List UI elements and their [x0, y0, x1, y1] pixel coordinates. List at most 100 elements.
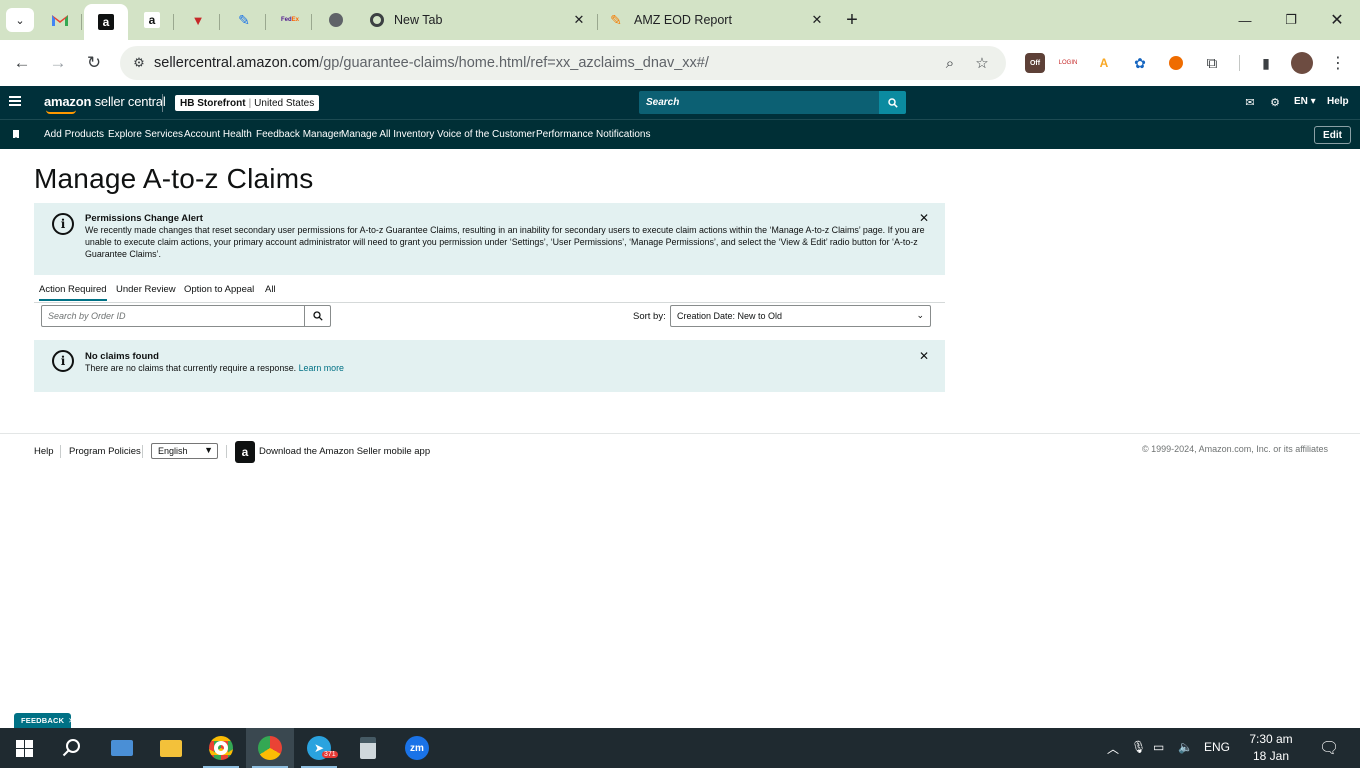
- taskbar-file-explorer[interactable]: [147, 728, 195, 768]
- clock-time: 7:30 am: [1249, 732, 1293, 746]
- nav-performance-notifications[interactable]: Performance Notifications: [536, 129, 651, 140]
- side-panel-icon[interactable]: ▮: [1256, 53, 1276, 73]
- scout-icon[interactable]: A: [1094, 53, 1114, 73]
- page-title: Manage A-to-z Claims: [34, 163, 314, 194]
- no-claims-body: There are no claims that currently requi…: [85, 363, 344, 373]
- browser-tab-bar: ⌄ a a ▼ ✎ Fed Ex New Tab ✕ ✎ AMZ EOD Repo…: [0, 0, 1360, 40]
- url-text[interactable]: sellercentral.amazon.com/gp/guarantee-cl…: [154, 55, 709, 71]
- chevron-up-icon[interactable]: ︿: [1107, 740, 1119, 757]
- extension-blue-icon[interactable]: ✿: [1130, 53, 1150, 73]
- network-icon[interactable]: ▭: [1153, 740, 1164, 754]
- input-language[interactable]: ENG: [1204, 740, 1230, 754]
- footer-language-select[interactable]: English ▼: [151, 443, 218, 459]
- tab-new-tab[interactable]: New Tab ✕: [360, 4, 596, 36]
- language-selector[interactable]: EN ▾: [1294, 96, 1316, 107]
- learn-more-link[interactable]: Learn more: [299, 363, 344, 373]
- minimize-button[interactable]: —: [1222, 6, 1268, 34]
- nav-feedback-manager[interactable]: Feedback Manager: [256, 129, 342, 140]
- tab-all[interactable]: All: [265, 284, 276, 295]
- speaker-icon[interactable]: 🔈: [1178, 740, 1193, 754]
- taskbar-calculator[interactable]: [344, 728, 392, 768]
- globe-icon: [329, 13, 343, 27]
- nav-manage-all-inventory[interactable]: Manage All Inventory: [341, 129, 434, 140]
- header-help-link[interactable]: Help: [1327, 96, 1349, 107]
- notification-icon[interactable]: 🗨: [1319, 738, 1339, 758]
- minimize-icon: —: [1238, 12, 1252, 28]
- header-search-input[interactable]: Search: [639, 91, 880, 114]
- login-icon[interactable]: LOGIN: [1058, 53, 1078, 73]
- microphone-icon[interactable]: 🎙: [1131, 740, 1146, 754]
- back-button[interactable]: ←: [8, 49, 36, 77]
- store-switcher[interactable]: HB Storefront | United States: [175, 95, 320, 111]
- pinned-tab-gmail[interactable]: [38, 4, 82, 36]
- copyright: © 1999-2024, Amazon.com, Inc. or its aff…: [1142, 444, 1329, 454]
- pencil-icon: ✎: [238, 11, 250, 28]
- edit-nav-button[interactable]: Edit: [1314, 126, 1351, 144]
- address-bar[interactable]: ⚙ sellercentral.amazon.com/gp/guarantee-…: [120, 46, 1006, 80]
- puzzle-icon[interactable]: ⧉: [1202, 53, 1222, 73]
- zoom-icon[interactable]: ⌕: [940, 53, 960, 73]
- tab-title: AMZ EOD Report: [634, 13, 732, 27]
- site-settings-icon[interactable]: ⚙: [124, 55, 154, 71]
- close-icon[interactable]: ✕: [918, 211, 930, 225]
- tab-title: New Tab: [394, 13, 443, 27]
- tab-action-required[interactable]: Action Required: [39, 284, 107, 301]
- download-app-link[interactable]: Download the Amazon Seller mobile app: [259, 446, 430, 457]
- pencil-icon: ✎: [610, 11, 622, 28]
- pinned-tab-amazon[interactable]: a: [130, 4, 174, 36]
- taskbar-chrome-profile[interactable]: [246, 728, 294, 768]
- footer-help-link[interactable]: Help: [34, 446, 54, 457]
- new-tab-button[interactable]: +: [840, 8, 864, 32]
- nav-voice-of-the-customer[interactable]: Voice of the Customer: [437, 129, 535, 140]
- clock[interactable]: 7:30 am 18 Jan 2024: [1240, 731, 1302, 782]
- bookmark-icon[interactable]: [13, 130, 19, 139]
- close-icon[interactable]: ✕: [68, 716, 74, 725]
- amazon-app-icon[interactable]: a: [235, 441, 255, 463]
- taskbar-zoom[interactable]: zm: [393, 728, 441, 768]
- order-search-button[interactable]: [304, 305, 331, 327]
- nav-add-products[interactable]: Add Products: [44, 129, 104, 140]
- close-icon[interactable]: ✕: [808, 11, 826, 29]
- sort-dropdown[interactable]: Creation Date: New to Old ⌄: [670, 305, 931, 327]
- tab-option-to-appeal[interactable]: Option to Appeal: [184, 284, 254, 295]
- close-window-button[interactable]: ✕: [1314, 6, 1360, 34]
- seller-central-logo[interactable]: amazon seller central: [44, 94, 166, 109]
- star-icon[interactable]: ☆: [972, 53, 992, 73]
- pinned-tab-fedex[interactable]: Fed Ex: [268, 4, 312, 36]
- nav-account-health[interactable]: Account Health: [184, 129, 252, 140]
- coupon-off-icon[interactable]: Off: [1025, 53, 1045, 73]
- taskbar-search-button[interactable]: [48, 728, 96, 768]
- start-button[interactable]: [0, 728, 48, 768]
- close-icon[interactable]: ✕: [570, 11, 588, 29]
- restore-button[interactable]: ❐: [1268, 6, 1314, 34]
- fedex-icon: Fed Ex: [281, 17, 300, 23]
- mail-icon[interactable]: ✉: [1243, 95, 1257, 109]
- menu-icon[interactable]: [9, 96, 21, 106]
- search-icon: [62, 739, 80, 757]
- forward-button[interactable]: →: [44, 49, 72, 77]
- avatar[interactable]: [1291, 52, 1313, 74]
- order-id-search-input[interactable]: Search by Order ID: [41, 305, 305, 327]
- pinned-tab-sheets[interactable]: ✎: [222, 4, 266, 36]
- windows-icon: [15, 739, 33, 757]
- taskbar-chrome[interactable]: [197, 728, 245, 768]
- tab-under-review[interactable]: Under Review: [116, 284, 176, 295]
- tab-amz-eod-report[interactable]: ✎ AMZ EOD Report ✕: [598, 4, 834, 36]
- pinned-tab-red[interactable]: ▼: [176, 4, 220, 36]
- taskbar-telegram[interactable]: ➤ 371: [295, 728, 343, 768]
- header-search-button[interactable]: [879, 91, 906, 114]
- more-menu-icon[interactable]: ⋮: [1328, 53, 1348, 73]
- tab-search-button[interactable]: ⌄: [6, 8, 34, 32]
- feedback-button[interactable]: FEEDBACK ✕: [14, 713, 75, 728]
- nav-explore-services[interactable]: Explore Services: [108, 129, 183, 140]
- close-icon[interactable]: ✕: [918, 349, 930, 363]
- seller-central-header: amazon seller central HB Storefront | Unit…: [0, 86, 1360, 119]
- reload-button[interactable]: ↻: [80, 49, 108, 77]
- chevron-down-icon: ⌄: [916, 310, 924, 320]
- taskbar-app-desktop[interactable]: [98, 728, 146, 768]
- extension-orange-icon[interactable]: [1166, 53, 1186, 73]
- pinned-tab-amazon-active[interactable]: a: [84, 4, 128, 40]
- gear-icon[interactable]: ⚙: [1268, 95, 1282, 109]
- program-policies-link[interactable]: Program Policies: [69, 446, 141, 457]
- pinned-tab-globe[interactable]: [314, 4, 358, 36]
